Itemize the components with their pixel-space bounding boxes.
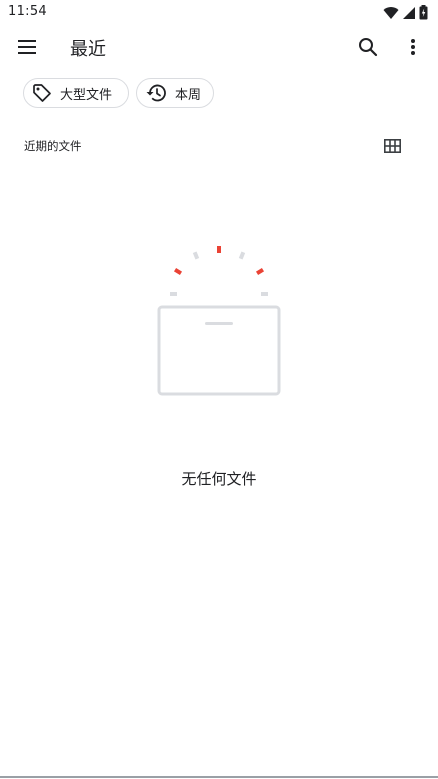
section-title: 近期的文件 xyxy=(24,139,82,153)
navigation-bar-divider xyxy=(0,776,438,778)
page-title: 最近 xyxy=(70,39,106,60)
chip-label: 本周 xyxy=(175,87,202,103)
search-icon[interactable] xyxy=(350,29,386,65)
cellular-signal-icon xyxy=(402,6,416,20)
app-bar: 最近 xyxy=(0,24,438,70)
wifi-icon xyxy=(383,6,399,20)
more-vert-icon[interactable] xyxy=(395,29,431,65)
status-bar: 11:54 xyxy=(0,0,438,24)
empty-state-message: 无任何文件 xyxy=(181,470,257,488)
chip-this-week[interactable]: 本周 xyxy=(136,78,214,108)
status-time: 11:54 xyxy=(8,4,47,19)
tag-icon xyxy=(32,83,52,103)
battery-icon xyxy=(419,5,428,20)
chip-large-files[interactable]: 大型文件 xyxy=(23,78,129,108)
grid-view-icon[interactable] xyxy=(378,132,406,160)
empty-folder-illustration xyxy=(150,240,288,400)
history-icon xyxy=(145,83,167,103)
chip-label: 大型文件 xyxy=(60,87,113,103)
hamburger-menu-icon[interactable] xyxy=(9,29,45,65)
status-icons xyxy=(383,5,428,20)
